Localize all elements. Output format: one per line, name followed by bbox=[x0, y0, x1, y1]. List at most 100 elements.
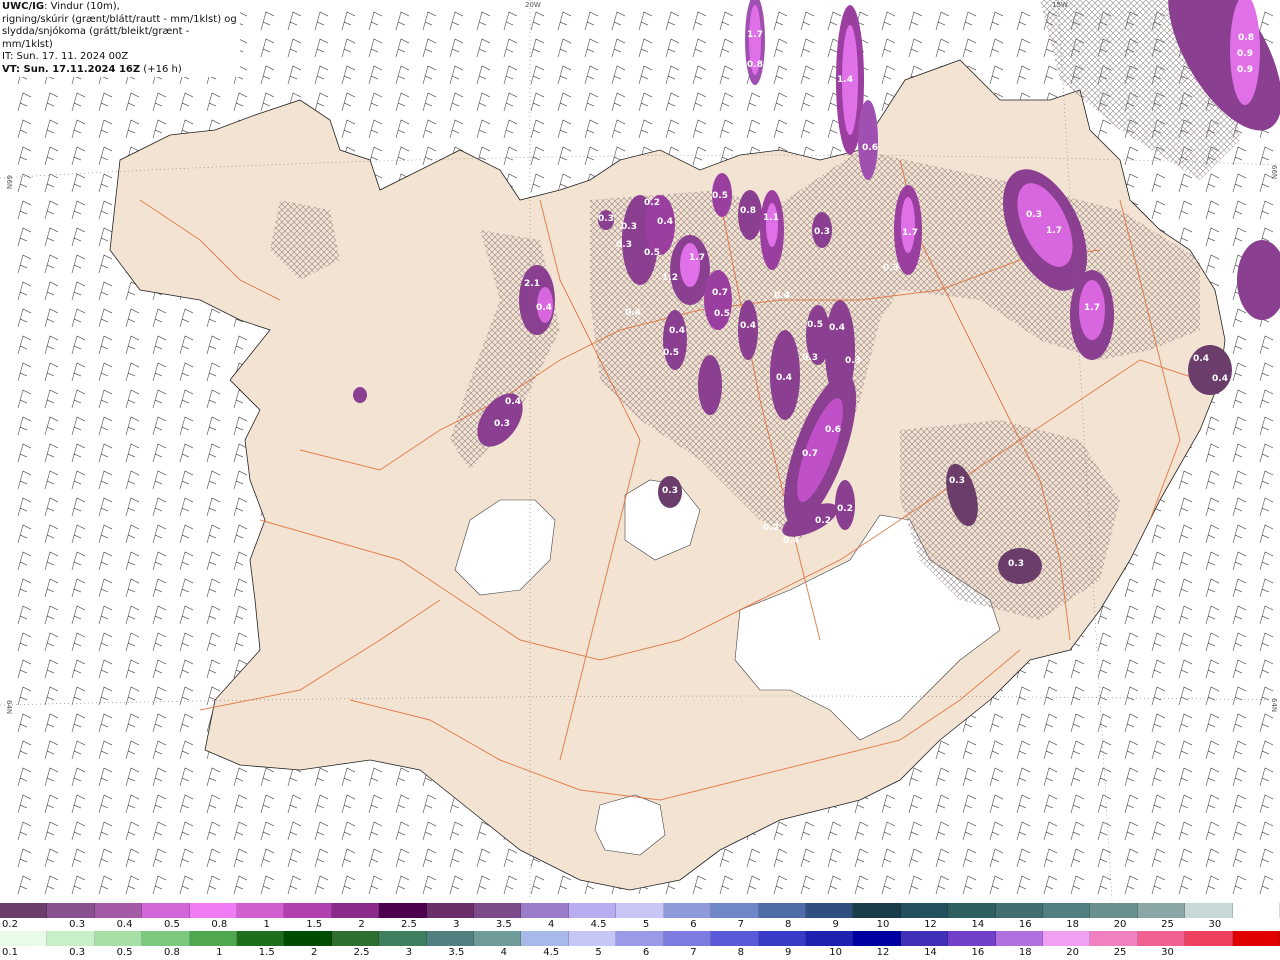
legend-tick-label: 25 bbox=[1113, 947, 1127, 958]
legend-swatch bbox=[379, 931, 427, 946]
legend-swatch bbox=[853, 931, 901, 946]
precip-value-label: 0.3 bbox=[494, 419, 510, 429]
legend-tick-label: 3 bbox=[453, 919, 460, 930]
legend-tick-label: 12 bbox=[876, 947, 890, 958]
legend-swatch bbox=[237, 931, 285, 946]
grid-label-right-66n: 66N bbox=[1270, 165, 1278, 179]
legend-tick-label: 1.5 bbox=[306, 919, 323, 930]
legend-swatch bbox=[1137, 903, 1186, 918]
legend-tick-label: 4.5 bbox=[543, 947, 560, 958]
legend-swatch bbox=[474, 903, 522, 918]
legend-tick-label: 18 bbox=[1018, 947, 1032, 958]
precip-value-label: 0.4 bbox=[829, 323, 845, 333]
precip-value-label: 0.6 bbox=[862, 143, 878, 153]
legend-tick-label: 4 bbox=[547, 919, 555, 930]
precip-value-label: 0.8 bbox=[1238, 33, 1254, 43]
legend-swatch bbox=[521, 931, 569, 946]
legend-tick-label: 0.3 bbox=[69, 919, 86, 930]
precip-value-label: 0.3 bbox=[814, 227, 830, 237]
legend-swatch bbox=[189, 903, 238, 918]
legend-swatch bbox=[47, 931, 95, 946]
legend-tick-label: 6 bbox=[690, 919, 697, 930]
legend-swatch bbox=[1090, 931, 1138, 946]
precip-value-label: 0.5 bbox=[663, 348, 679, 358]
precip-value-label: 1.7 bbox=[1084, 303, 1100, 313]
precip-value-label: 2.1 bbox=[524, 279, 540, 289]
legend-tick-label: 8 bbox=[737, 947, 744, 958]
info-line-1-rest: : Vindur (10m), bbox=[44, 1, 120, 12]
precip-value-label: 0.3 bbox=[949, 476, 965, 486]
precip-value-label: 0.2 bbox=[763, 523, 779, 533]
legend-swatch bbox=[900, 903, 949, 918]
precip-value-label: 0.4 bbox=[505, 397, 521, 407]
precip-value-label: 0.4 bbox=[536, 303, 552, 313]
legend-tick-label: 0.3 bbox=[69, 947, 86, 958]
precip-value-label: 0.8 bbox=[740, 206, 756, 216]
legend-swatch bbox=[758, 903, 806, 918]
legend-tick-label: 5 bbox=[642, 919, 650, 930]
legend-swatch bbox=[948, 931, 996, 946]
legend-swatch bbox=[331, 903, 380, 918]
info-line-4: IT: Sun. 17. 11. 2024 00Z bbox=[2, 51, 129, 62]
precip-value-label: 0.4 bbox=[1212, 374, 1228, 384]
legend-tick-label: 16 bbox=[971, 947, 985, 958]
legend-tick-label: 25 bbox=[1161, 919, 1174, 930]
precip-value-label: 0.3 bbox=[621, 222, 637, 232]
legend-tick-label: 18 bbox=[1066, 919, 1080, 930]
legend-tick-label: 1 bbox=[263, 919, 270, 930]
legend-swatch bbox=[663, 931, 712, 946]
precip-value-label: 0.7 bbox=[712, 288, 728, 298]
legend-tick-label: 0.2 bbox=[2, 919, 18, 930]
legend-tick-label: 16 bbox=[1018, 919, 1032, 930]
legend-tick-label: 3.5 bbox=[448, 947, 465, 958]
precip-value-label: 1.7 bbox=[902, 228, 918, 238]
legend-swatch bbox=[1232, 903, 1280, 918]
legend-tick-label: 2 bbox=[310, 947, 318, 958]
legend-swatch bbox=[1042, 931, 1091, 946]
legend-swatch bbox=[663, 903, 712, 918]
legend-swatch bbox=[474, 931, 522, 946]
grid-label-top-15w: 15W bbox=[1052, 1, 1068, 9]
info-line-5: VT: Sun. 17.11.2024 16Z (+16 h) bbox=[2, 64, 238, 77]
forecast-offset: (+16 h) bbox=[140, 63, 182, 75]
valid-time: VT: Sun. 17.11.2024 16Z bbox=[2, 63, 141, 75]
legend-tick-label: 6 bbox=[642, 947, 650, 958]
legend-tick-label: 7 bbox=[737, 919, 744, 930]
legend-swatch bbox=[616, 931, 664, 946]
precip-value-label: 0.3 bbox=[883, 263, 899, 273]
precip-value-label: 0.2 bbox=[644, 198, 660, 208]
legend-tick-label: 8 bbox=[785, 919, 792, 930]
info-line-2: rigning/skúrir (grænt/blátt/rautt - mm/1… bbox=[2, 13, 237, 25]
precip-value-label: 0.4 bbox=[669, 326, 685, 336]
legend-swatch bbox=[900, 931, 949, 946]
legend-swatch bbox=[568, 931, 617, 946]
legend-swatch bbox=[521, 903, 569, 918]
precip-value-label: 0.5 bbox=[807, 320, 823, 330]
legend-swatch bbox=[616, 903, 664, 918]
legend-swatch bbox=[1042, 903, 1091, 918]
legend-swatch bbox=[0, 931, 48, 946]
legend-tick-label: 20 bbox=[1113, 919, 1127, 930]
legend-tick-label: 3.5 bbox=[495, 919, 512, 930]
legend-swatch bbox=[94, 931, 143, 946]
precip-value-label: 0.4 bbox=[657, 217, 673, 227]
grid-label-left-64n: 64N bbox=[5, 700, 13, 714]
legend-tick-label: 10 bbox=[876, 919, 890, 930]
precip-value-label: 0.4 bbox=[783, 536, 799, 546]
legend-tick-label: 30 bbox=[1208, 919, 1222, 930]
precip-value-label: 0.3 bbox=[616, 240, 632, 250]
legend-tick-label: 10 bbox=[829, 947, 842, 958]
legend-tick-label: 0.8 bbox=[211, 919, 228, 930]
legend-tick-label: 0.5 bbox=[163, 919, 180, 930]
legend-swatch bbox=[142, 931, 190, 946]
legend-swatch bbox=[379, 903, 427, 918]
precip-value-label: 0.3 bbox=[598, 214, 614, 224]
legend-rain-colorbar bbox=[0, 931, 1280, 946]
legend-swatch bbox=[426, 903, 475, 918]
legend-tick-label: 2 bbox=[358, 919, 365, 930]
legend-swatch bbox=[805, 903, 854, 918]
legend-tick-label: 3 bbox=[405, 947, 413, 958]
precip-value-label: 0.8 bbox=[747, 60, 763, 70]
legend-snow-ticks: 0.2 0.3 0.4 0.5 0.8 1 1.5 2 2.5 3 3.5 4 4.5 5 6 7 8 9 10 12… bbox=[0, 919, 1280, 931]
map-info-box: UWC/IG: Vindur (10m), rigning/skúrir (gr… bbox=[0, 0, 240, 77]
